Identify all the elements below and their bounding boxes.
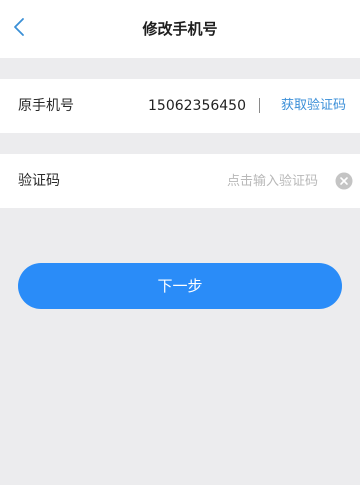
original-phone-value: 15062356450 [148,98,246,114]
top-bar: 修改手机号 [0,0,360,58]
original-phone-label: 原手机号 [18,98,74,114]
page-title: 修改手机号 [142,20,218,38]
get-code-button[interactable]: 获取验证码 [281,79,346,133]
verification-label: 验证码 [18,173,60,189]
row-divider [259,98,260,113]
original-phone-row: 原手机号 15062356450 获取验证码 [0,79,360,133]
verification-code-input[interactable] [140,169,318,193]
clear-icon [335,172,353,190]
clear-button[interactable] [335,172,353,190]
verification-row: 验证码 [0,154,360,208]
next-button[interactable]: 下一步 [18,263,342,309]
